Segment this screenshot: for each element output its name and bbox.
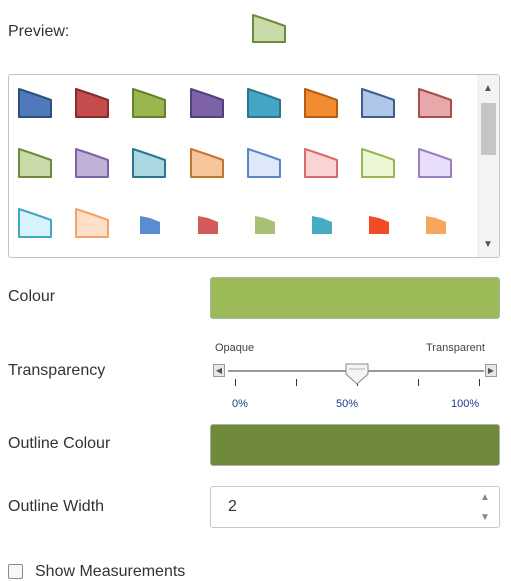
outline-width-value[interactable]: 2 <box>228 498 237 516</box>
slider-tick <box>479 379 480 386</box>
symbol-swatch-19[interactable] <box>129 203 169 243</box>
outline-colour-swatch-button[interactable] <box>210 424 500 466</box>
slider-left-arrow-icon[interactable]: ◀ <box>213 364 225 377</box>
symbol-swatch-7[interactable] <box>358 83 398 123</box>
scroll-thumb[interactable] <box>481 103 496 155</box>
symbol-swatch-15[interactable] <box>358 143 398 183</box>
preview-label: Preview: <box>8 23 70 40</box>
symbol-swatch-13[interactable] <box>244 143 284 183</box>
transparency-label: Transparency <box>8 362 106 379</box>
tick-label-100: 100% <box>451 398 480 410</box>
symbol-swatch-3[interactable] <box>129 83 169 123</box>
scroll-up-icon[interactable]: ▲ <box>477 78 499 98</box>
symbol-swatch-10[interactable] <box>72 143 112 183</box>
symbol-swatch-6[interactable] <box>301 83 341 123</box>
slider-tick <box>296 379 297 386</box>
colour-label: Colour <box>8 288 56 305</box>
slider-tick <box>235 379 236 386</box>
symbol-swatch-4[interactable] <box>187 83 227 123</box>
increment-icon[interactable]: ▲ <box>471 487 499 507</box>
symbol-swatch-24[interactable] <box>415 203 455 243</box>
symbol-swatch-12[interactable] <box>187 143 227 183</box>
symbol-swatch-2[interactable] <box>72 83 112 123</box>
symbol-gallery[interactable]: ▲ ▼ <box>8 74 500 258</box>
preview-symbol-icon <box>251 14 287 49</box>
symbol-swatch-14[interactable] <box>301 143 341 183</box>
decrement-icon[interactable]: ▼ <box>471 507 499 527</box>
symbol-swatch-21[interactable] <box>244 203 284 243</box>
slider-tick <box>418 379 419 386</box>
symbol-swatch-9[interactable] <box>15 143 55 183</box>
tick-label-0: 0% <box>232 398 248 410</box>
outline-width-spinner[interactable]: 2 ▲ ▼ <box>210 486 500 528</box>
transparency-slider-handle[interactable] <box>345 363 369 390</box>
symbol-swatch-11[interactable] <box>129 143 169 183</box>
show-measurements-label[interactable]: Show Measurements <box>35 563 185 581</box>
slider-right-arrow-icon[interactable]: ▶ <box>485 364 497 377</box>
symbol-swatch-5[interactable] <box>244 83 284 123</box>
outline-width-label: Outline Width <box>8 498 105 515</box>
colour-swatch-button[interactable] <box>210 277 500 319</box>
scroll-down-icon[interactable]: ▼ <box>477 234 499 254</box>
transparent-label: Transparent <box>426 342 485 354</box>
symbol-swatch-8[interactable] <box>415 83 455 123</box>
symbol-swatch-16[interactable] <box>415 143 455 183</box>
symbol-swatch-22[interactable] <box>301 203 341 243</box>
symbol-swatch-17[interactable] <box>15 203 55 243</box>
symbol-swatch-20[interactable] <box>187 203 227 243</box>
gallery-scrollbar[interactable]: ▲ ▼ <box>477 75 499 257</box>
outline-colour-label: Outline Colour <box>8 435 111 452</box>
symbol-swatch-1[interactable] <box>15 83 55 123</box>
tick-label-50: 50% <box>336 398 359 410</box>
symbol-swatch-18[interactable] <box>72 203 112 243</box>
opaque-label: Opaque <box>215 342 255 354</box>
symbol-swatch-23[interactable] <box>358 203 398 243</box>
show-measurements-checkbox[interactable] <box>8 564 23 579</box>
